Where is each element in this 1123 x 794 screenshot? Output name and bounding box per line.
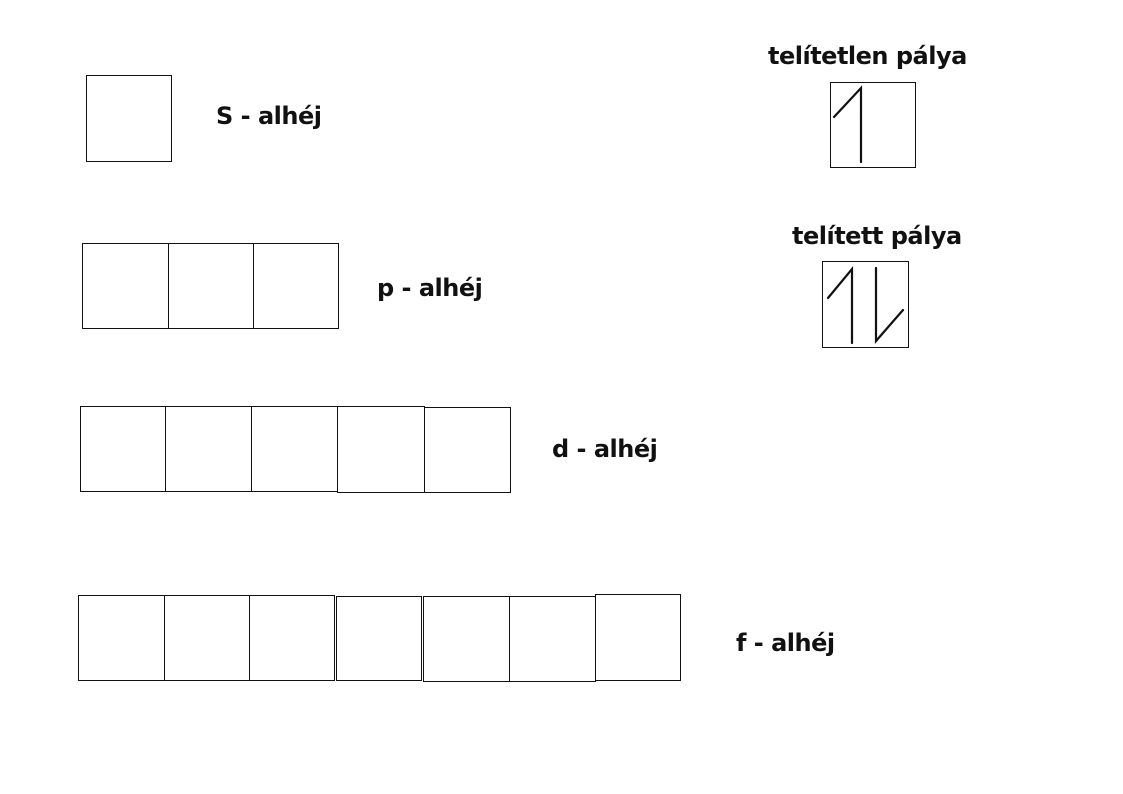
f-orbital-box [336,596,422,681]
p-orbital-box [82,243,169,329]
f-orbital-box [249,595,335,681]
s-orbital-box [86,75,172,162]
f-orbital-box [509,596,596,682]
d-orbital-box [80,406,166,492]
d-subshell-label: d - alhéj [552,435,658,463]
p-orbital-box [253,243,339,329]
d-orbital-box [251,406,338,492]
s-subshell-label: S - alhéj [216,102,322,130]
f-orbital-box [164,595,250,681]
f-subshell-label: f - alhéj [736,629,835,657]
d-orbital-box [424,407,511,493]
p-subshell-label: p - alhéj [377,274,483,302]
f-orbital-box [595,594,681,681]
f-orbital-box [78,595,165,681]
d-orbital-box [337,406,425,493]
f-orbital-box [423,596,510,682]
p-orbital-box [168,243,254,329]
unfilled-orbital-box [830,82,916,168]
filled-orbital-box [822,261,909,348]
d-orbital-box [165,406,252,492]
unfilled-orbital-label: telítetlen pálya [768,42,967,70]
filled-orbital-label: telített pálya [792,222,962,250]
